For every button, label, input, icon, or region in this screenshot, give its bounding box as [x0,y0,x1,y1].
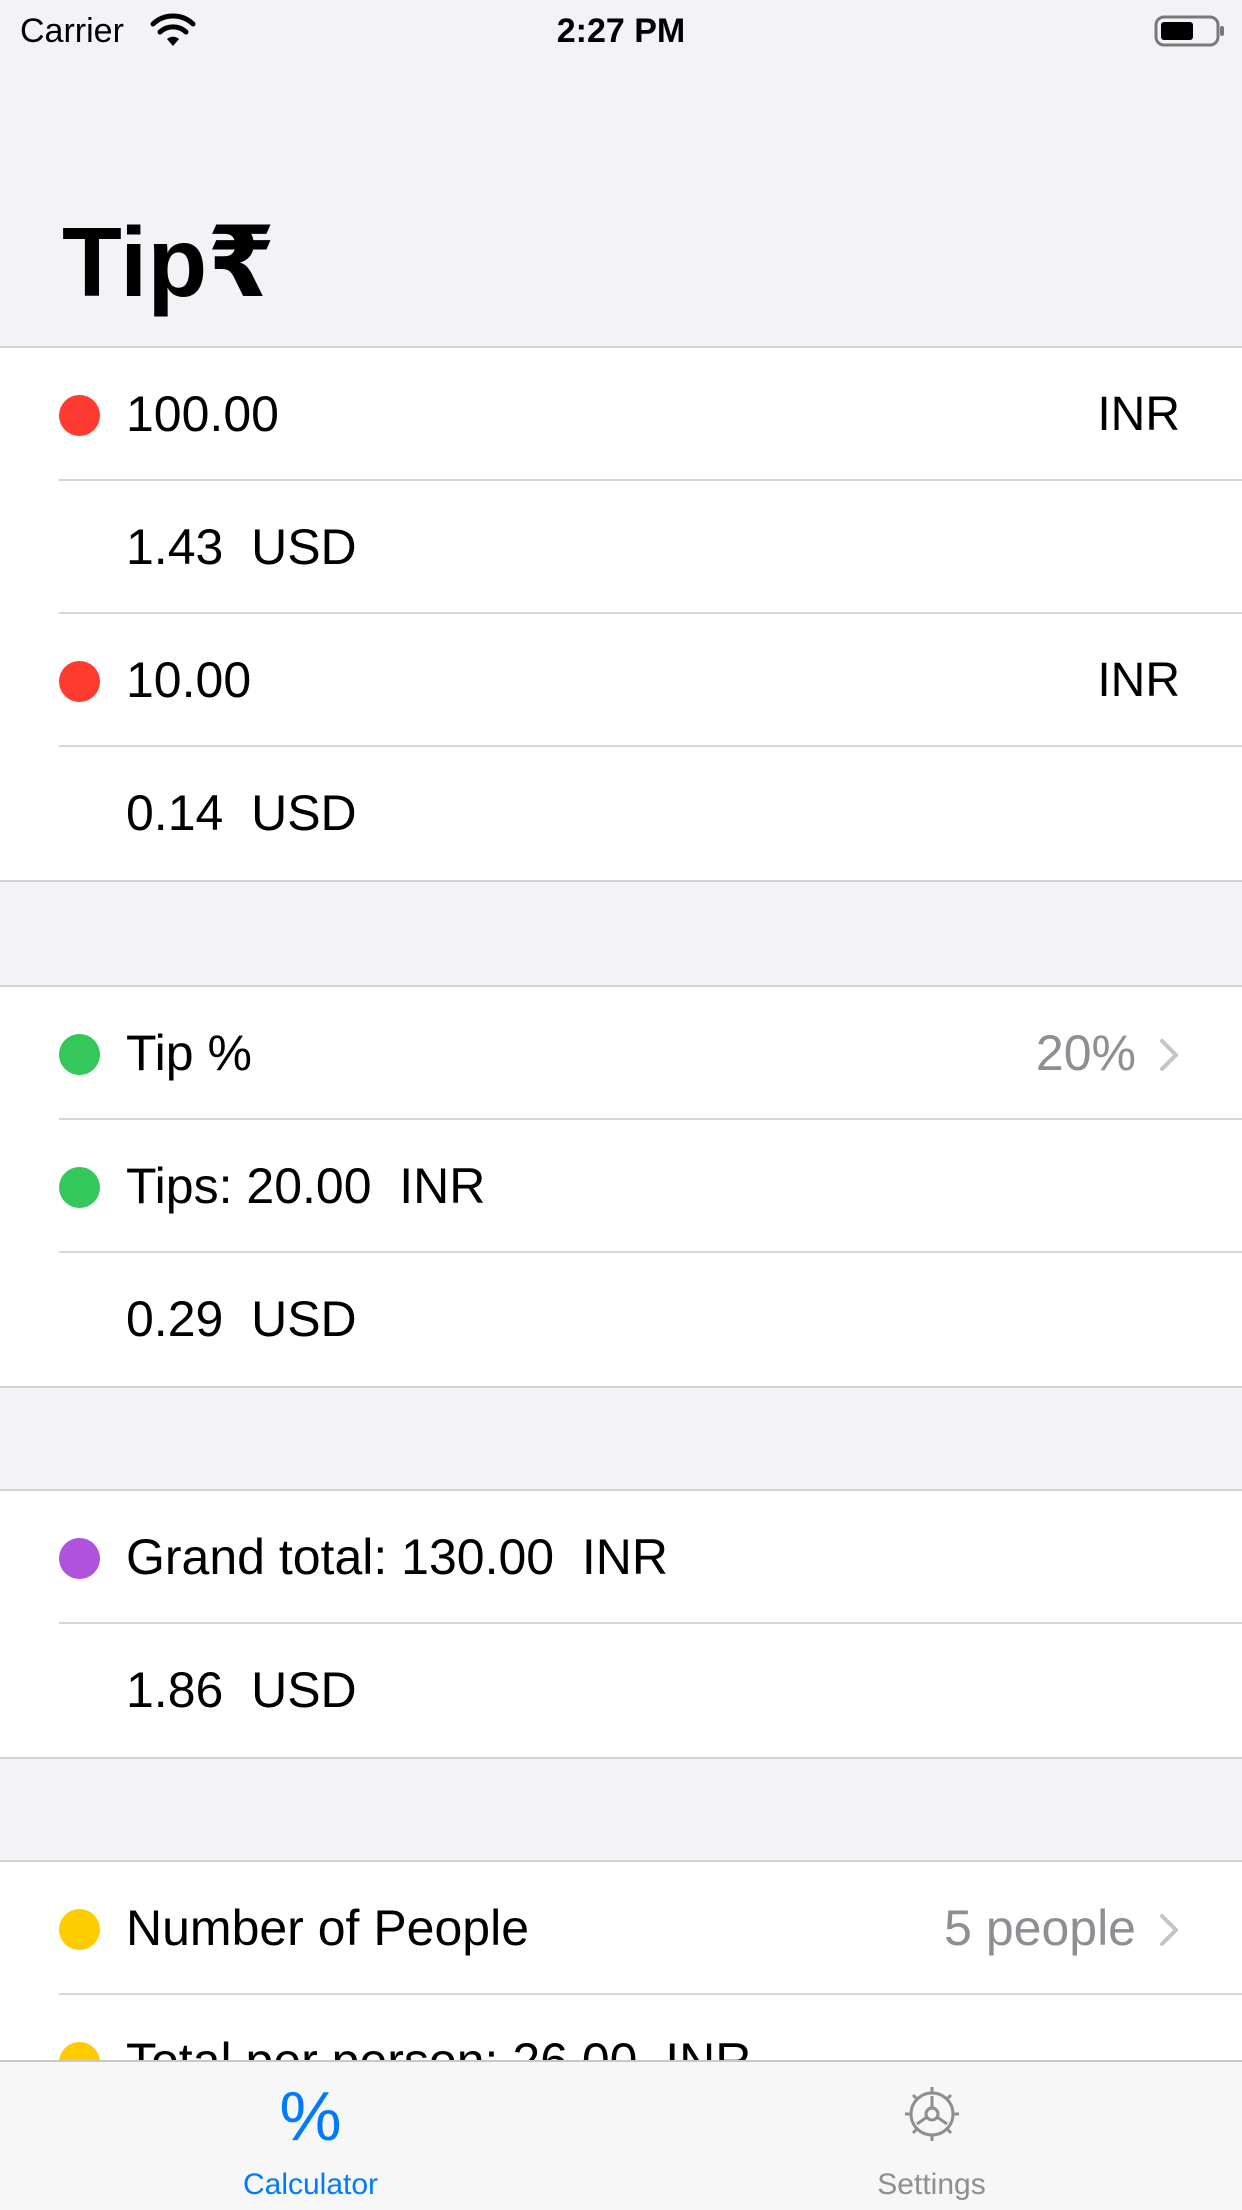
tip-percent-label: Tip % [126,1025,252,1081]
tips-amount: Tips: 20.00 INR [126,1158,486,1214]
total-section: Grand total: 130.00 INR 1.86 USD [0,1489,1242,1759]
tips-converted-row: 0.29 USD [0,1253,1242,1386]
tab-settings-label: Settings [877,2168,986,2201]
grand-total-converted: 1.86 USD [126,1662,357,1718]
bill-amount-row[interactable]: 100.00 INR [0,348,1242,481]
purple-dot-icon [59,1538,100,1579]
red-dot-icon [59,661,100,702]
grand-total-row: Grand total: 130.00 INR [0,1491,1242,1624]
people-count-label: Number of People [126,1900,530,1956]
extra-amount-row[interactable]: 10.00 INR [0,614,1242,747]
tab-calculator-label: Calculator [242,2168,379,2201]
green-dot-icon [59,1167,100,1208]
tips-converted: 0.29 USD [126,1291,357,1347]
extra-converted-row: 0.14 USD [0,747,1242,880]
tab-bar: % Calculator Settings [0,2060,1242,2210]
bill-converted: 1.43 USD [126,519,357,575]
bill-section: 100.00 INR 1.43 USD 10.00 INR 0.14 USD [0,346,1242,882]
status-bar: Carrier 2:27 PM [0,0,1242,60]
percent-icon: % [279,2077,342,2155]
bill-converted-row: 1.43 USD [0,481,1242,614]
tab-settings[interactable]: Settings [621,2062,1242,2210]
bill-currency[interactable]: INR [1097,348,1180,481]
yellow-dot-icon [59,1909,100,1950]
green-dot-icon [59,1034,100,1075]
extra-converted: 0.14 USD [126,785,357,841]
tab-calculator[interactable]: % Calculator [0,2062,621,2210]
people-count-value: 5 people [944,1900,1136,1956]
tips-amount-row: Tips: 20.00 INR [0,1120,1242,1253]
bill-amount-input[interactable]: 100.00 [126,348,279,481]
red-dot-icon [59,395,100,436]
grand-total-converted-row: 1.86 USD [0,1624,1242,1757]
extra-currency[interactable]: INR [1097,614,1180,747]
page-title: Tip₹ [62,207,276,317]
battery-icon [1154,15,1224,47]
clock: 2:27 PM [556,12,686,50]
extra-amount-input[interactable]: 10.00 [126,614,251,747]
tip-section: Tip % 20% Tips: 20.00 INR 0.29 USD [0,985,1242,1388]
tip-percent-value: 20% [1035,1025,1136,1081]
grand-total: Grand total: 130.00 INR [126,1529,668,1585]
people-count-row[interactable]: Number of People 5 people [0,1862,1242,1995]
chevron-right-icon [1160,1914,1178,1946]
gear-icon [904,2087,959,2141]
tip-percent-row[interactable]: Tip % 20% [0,987,1242,1120]
chevron-right-icon [1160,1039,1178,1071]
